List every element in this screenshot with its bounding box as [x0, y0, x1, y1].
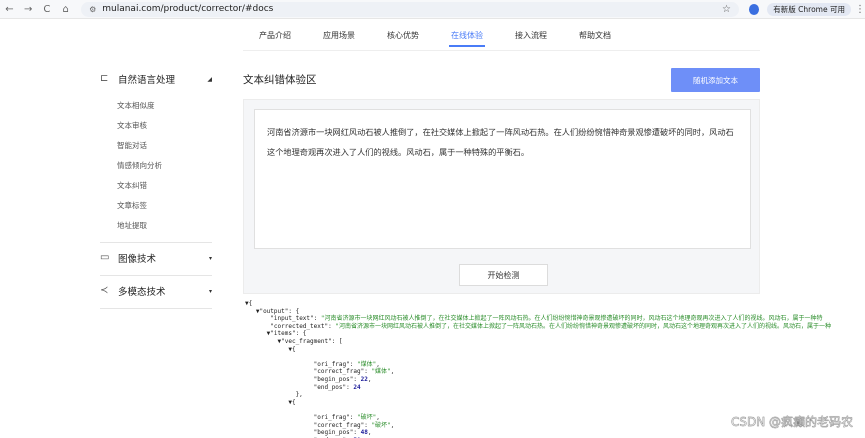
sidebar-divider [100, 275, 212, 276]
sidebar-item-text-correction[interactable]: 文本纠错 [100, 176, 212, 196]
json-line: "correct_frag": "破坏", [245, 421, 395, 429]
nav-scenarios[interactable]: 应用场景 [307, 24, 371, 47]
site-info-icon[interactable]: ⚙ [89, 5, 96, 14]
json-line: }, [245, 391, 303, 399]
nav-online-demo[interactable]: 在线体验 [435, 24, 499, 47]
json-line: ▼"vec_fragment": [ [245, 337, 343, 345]
back-icon[interactable]: ← [0, 4, 19, 15]
sidebar-section-label: 图像技术 [118, 254, 157, 265]
sidebar-section-nlp[interactable]: ⊏ 自然语言处理 ◢ [100, 68, 212, 90]
sidebar-item-smart-dialog[interactable]: 智能对话 [100, 136, 212, 156]
forward-icon[interactable]: → [19, 4, 38, 15]
sidebar-divider [100, 242, 212, 243]
json-line: "correct_frag": "媒体", [245, 368, 395, 376]
menu-dots-icon[interactable]: ⋮ [855, 4, 865, 15]
sidebar-section-image[interactable]: ▭ 图像技术 ▾ [100, 247, 212, 269]
watermark: CSDN @疯癫的老码农 [730, 415, 853, 429]
sidebar-section-label: 多模态技术 [118, 287, 166, 298]
nlp-icon: ⊏ [100, 73, 109, 84]
json-line: ▼"output": { [245, 307, 300, 315]
json-line: "ori_frag": "煤体", [313, 360, 380, 368]
nav-access-flow[interactable]: 接入流程 [499, 24, 563, 47]
json-line: ▼"items": { [245, 330, 307, 338]
multimodal-icon: ≺ [100, 285, 109, 296]
start-detect-button[interactable]: 开始检测 [459, 264, 548, 286]
sidebar-section-multimodal[interactable]: ≺ 多模态技术 ▾ [100, 280, 212, 302]
home-icon[interactable]: ⌂ [56, 4, 75, 15]
page-title: 文本纠错体验区 [243, 74, 317, 86]
json-line: "corrected_text": "河南省济源市一块网红风动石被人推倒了，在社… [270, 322, 831, 330]
sidebar-item-article-tags[interactable]: 文章标签 [100, 196, 212, 216]
url-text: mulanai.com/product/corrector/#docs [102, 4, 274, 14]
sidebar: ⊏ 自然语言处理 ◢ 文本相似度 文本审核 智能对话 情感倾向分析 文本纠错 文… [100, 68, 212, 313]
caret-icon: ▾ [208, 287, 212, 295]
nav-divider [243, 50, 760, 51]
sidebar-item-text-similarity[interactable]: 文本相似度 [100, 96, 212, 116]
json-line: "ori_frag": "破坏", [313, 413, 380, 421]
top-navigation: 产品介绍 应用场景 核心优势 在线体验 接入流程 帮助文档 [243, 24, 627, 47]
sidebar-item-text-review[interactable]: 文本审核 [100, 116, 212, 136]
image-icon: ▭ [100, 252, 110, 263]
json-line: "begin_pos": 22, [245, 375, 372, 383]
nav-advantages[interactable]: 核心优势 [371, 24, 435, 47]
json-line: "begin_pos": 48, [245, 429, 372, 437]
json-line: ▼{ [245, 300, 253, 307]
nav-product-intro[interactable]: 产品介绍 [243, 24, 307, 47]
demo-panel: 河南省济源市一块网红风动石被人推倒了，在社交媒体上掀起了一阵风动石热。在人们纷纷… [243, 99, 760, 294]
text-input-area[interactable]: 河南省济源市一块网红风动石被人推倒了，在社交媒体上掀起了一阵风动石热。在人们纷纷… [254, 109, 751, 249]
json-line: ▼{ [245, 345, 296, 353]
sidebar-divider [100, 308, 212, 309]
bookmark-star-icon[interactable]: ☆ [722, 4, 731, 15]
nav-help-docs[interactable]: 帮助文档 [563, 24, 627, 47]
browser-toolbar: ← → C ⌂ ⚙ mulanai.com/product/corrector/… [0, 0, 865, 19]
sidebar-section-label: 自然语言处理 [118, 75, 176, 86]
json-line: "end_pos": 24 [245, 383, 361, 391]
sidebar-item-sentiment[interactable]: 情感倾向分析 [100, 156, 212, 176]
json-line: "input_text": "河南省济源市一块网红风动石被人推倒了，在社交媒体上… [270, 315, 823, 323]
profile-avatar[interactable] [748, 3, 760, 15]
caret-icon: ◢ [207, 75, 212, 83]
random-add-text-button[interactable]: 随机添加文本 [671, 68, 760, 92]
sidebar-item-address-extract[interactable]: 地址提取 [100, 216, 212, 236]
reload-icon[interactable]: C [38, 4, 57, 15]
address-bar[interactable]: ⚙ mulanai.com/product/corrector/#docs ☆ [81, 1, 739, 17]
json-line: ▼{ [245, 398, 296, 406]
chrome-update-button[interactable]: 有新版 Chrome 可用 [767, 2, 851, 16]
caret-icon: ▾ [208, 254, 212, 262]
